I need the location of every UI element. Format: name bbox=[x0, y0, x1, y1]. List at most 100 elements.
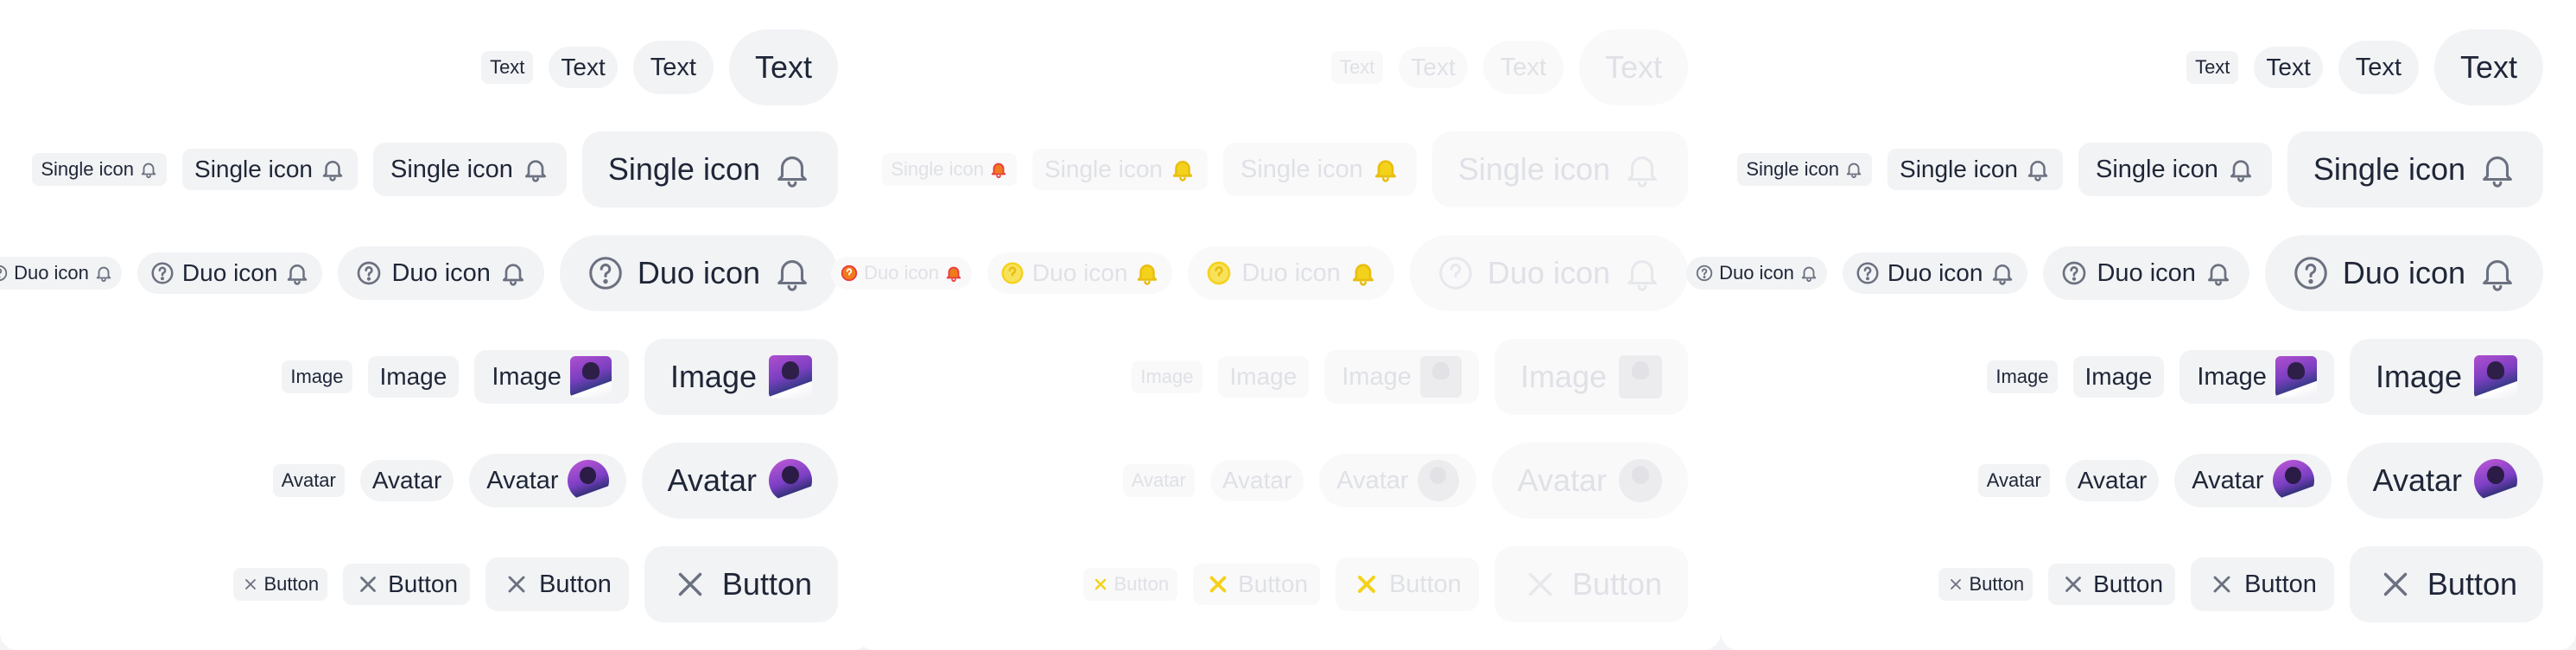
single-icon-chip-md[interactable]: Single icon bbox=[2078, 143, 2272, 196]
thumbnail-image bbox=[1619, 355, 1662, 398]
image-chip-xs[interactable]: Image bbox=[1987, 360, 2058, 393]
chip-label: Avatar bbox=[1221, 467, 1292, 494]
avatar-chip-sm[interactable]: Avatar bbox=[359, 460, 454, 501]
chip-label: Duo icon bbox=[1031, 259, 1128, 286]
chip-label: Avatar bbox=[667, 462, 757, 498]
thumbnail-image bbox=[1419, 356, 1462, 398]
bell-icon bbox=[2478, 253, 2517, 293]
chip-label: Image bbox=[2375, 359, 2462, 394]
button-chip-sm[interactable]: Button bbox=[343, 564, 471, 605]
single-icon-chip-md[interactable]: Single icon bbox=[373, 143, 567, 196]
text-chip-md[interactable]: Text bbox=[632, 41, 714, 94]
image-chip-xs[interactable]: Image bbox=[282, 360, 352, 393]
avatar-chip-md[interactable]: Avatar bbox=[469, 454, 626, 507]
chip-label: Text bbox=[1411, 54, 1456, 80]
text-chip-sm[interactable]: Text bbox=[549, 47, 618, 88]
chip-label: Duo icon bbox=[2097, 258, 2196, 287]
button-chip-xs[interactable]: Button bbox=[1938, 568, 2034, 601]
button-chip-lg[interactable]: Button bbox=[2349, 546, 2543, 622]
image-chip-lg-disabled: Image bbox=[1494, 339, 1688, 415]
close-icon[interactable] bbox=[355, 571, 381, 597]
chip-label: Text bbox=[561, 54, 606, 80]
chip-label: Duo icon bbox=[1241, 258, 1341, 287]
chip-label: Single icon bbox=[1746, 158, 1840, 180]
chip-label: Image bbox=[1140, 366, 1194, 387]
help-circle-icon bbox=[1205, 259, 1233, 287]
chip-label: Image bbox=[1229, 363, 1298, 390]
avatar-chip-sm-disabled: Avatar bbox=[1209, 460, 1304, 501]
text-chip-row: Text Text Text Text bbox=[1331, 29, 1688, 105]
single-icon-chip-lg[interactable]: Single icon bbox=[581, 131, 838, 207]
chip-label: Text bbox=[490, 56, 525, 78]
chip-label: Single icon bbox=[1457, 151, 1610, 187]
avatar-chip-lg[interactable]: Avatar bbox=[641, 443, 838, 519]
button-chip-md[interactable]: Button bbox=[2191, 558, 2334, 611]
chip-label: Single icon bbox=[1240, 155, 1363, 183]
text-chip-md[interactable]: Text bbox=[2338, 41, 2419, 94]
image-chip-md[interactable]: Image bbox=[474, 350, 629, 404]
single-icon-chip-sm[interactable]: Single icon bbox=[182, 149, 358, 190]
chip-label: Button bbox=[1238, 570, 1309, 597]
duo-icon-chip-md[interactable]: Duo icon bbox=[338, 246, 544, 300]
close-icon[interactable] bbox=[670, 564, 710, 604]
bell-icon bbox=[1170, 156, 1196, 182]
help-circle-icon bbox=[840, 264, 859, 283]
chip-label: Single icon bbox=[1900, 156, 2018, 182]
close-icon[interactable] bbox=[2376, 564, 2415, 604]
close-icon[interactable] bbox=[503, 570, 530, 598]
duo-icon-chip-lg[interactable]: Duo icon bbox=[559, 235, 838, 311]
single-icon-chip-row: Single icon Single icon Single icon Sing… bbox=[882, 131, 1688, 207]
single-icon-chip-xs[interactable]: Single icon bbox=[32, 153, 168, 186]
help-circle-icon bbox=[149, 260, 175, 286]
single-icon-chip-sm[interactable]: Single icon bbox=[1888, 149, 2063, 190]
text-chip-xs[interactable]: Text bbox=[2186, 51, 2239, 84]
single-icon-chip-lg[interactable]: Single icon bbox=[2287, 131, 2543, 207]
chip-label: Duo icon bbox=[1887, 259, 1983, 286]
duo-icon-chip-md[interactable]: Duo icon bbox=[2043, 246, 2249, 300]
text-chip-sm[interactable]: Text bbox=[2254, 47, 2323, 88]
duo-icon-chip-xs[interactable]: Duo icon bbox=[0, 257, 122, 290]
single-icon-chip-lg-disabled: Single icon bbox=[1431, 131, 1688, 207]
avatar-chip-sm[interactable]: Avatar bbox=[2065, 460, 2160, 501]
button-chip-md[interactable]: Button bbox=[485, 558, 629, 611]
duo-icon-chip-xs[interactable]: Duo icon bbox=[1686, 257, 1827, 290]
close-icon[interactable] bbox=[2208, 570, 2236, 598]
single-icon-chip-xs[interactable]: Single icon bbox=[1737, 153, 1873, 186]
image-chip-lg[interactable]: Image bbox=[644, 339, 838, 415]
bell-icon bbox=[989, 160, 1008, 179]
duo-icon-chip-row: Duo icon Duo icon Duo icon Duo icon bbox=[1686, 235, 2543, 311]
text-chip-md-disabled: Text bbox=[1482, 41, 1564, 94]
text-chip-sm-disabled: Text bbox=[1399, 47, 1468, 88]
duo-icon-chip-sm[interactable]: Duo icon bbox=[136, 252, 323, 294]
avatar-chip-lg[interactable]: Avatar bbox=[2346, 443, 2543, 519]
panel-default-left: Text Text Text Text Single icon Single i… bbox=[0, 0, 871, 650]
avatar-chip-xs[interactable]: Avatar bbox=[272, 464, 345, 497]
text-chip-lg[interactable]: Text bbox=[728, 29, 838, 105]
avatar-chip-lg-disabled: Avatar bbox=[1491, 443, 1688, 519]
close-icon[interactable] bbox=[242, 576, 259, 593]
chip-label: Single icon bbox=[2313, 151, 2465, 187]
close-icon[interactable] bbox=[1947, 576, 1964, 593]
image-chip-xs-disabled: Image bbox=[1132, 360, 1202, 393]
avatar-chip-md[interactable]: Avatar bbox=[2174, 454, 2332, 507]
button-chip-xs[interactable]: Button bbox=[232, 568, 328, 601]
chip-label: Text bbox=[754, 49, 812, 85]
duo-icon-chip-lg[interactable]: Duo icon bbox=[2264, 235, 2543, 311]
single-icon-chip-xs-disabled: Single icon bbox=[882, 153, 1018, 186]
image-chip-md-disabled: Image bbox=[1324, 350, 1479, 404]
help-circle-icon bbox=[1436, 253, 1475, 293]
close-icon[interactable] bbox=[2060, 571, 2086, 597]
panel-disabled-middle: Text Text Text Text Single icon Single i… bbox=[831, 0, 1721, 650]
duo-icon-chip-sm[interactable]: Duo icon bbox=[1842, 252, 2028, 294]
image-chip-sm[interactable]: Image bbox=[367, 356, 460, 398]
avatar-chip-xs[interactable]: Avatar bbox=[1977, 464, 2050, 497]
image-chip-md[interactable]: Image bbox=[2179, 350, 2334, 404]
text-chip-xs[interactable]: Text bbox=[481, 51, 534, 84]
image-chip-sm[interactable]: Image bbox=[2072, 356, 2165, 398]
chip-label: Duo icon bbox=[1487, 255, 1610, 290]
duo-icon-chip-row: Duo icon Duo icon Duo icon Duo icon bbox=[831, 235, 1688, 311]
image-chip-lg[interactable]: Image bbox=[2349, 339, 2543, 415]
button-chip-lg[interactable]: Button bbox=[644, 546, 838, 622]
button-chip-sm[interactable]: Button bbox=[2048, 564, 2176, 605]
text-chip-lg[interactable]: Text bbox=[2433, 29, 2543, 105]
